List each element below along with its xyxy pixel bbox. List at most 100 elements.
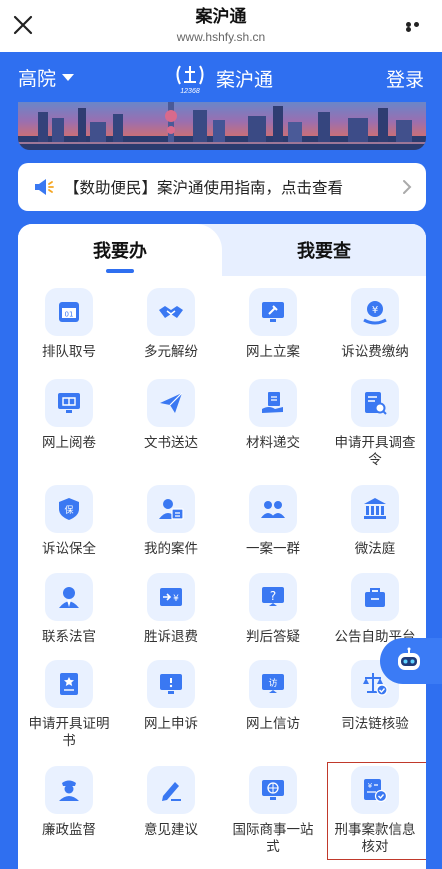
service-label: 联系法官 [42,629,96,645]
tab-check-label: 我要查 [297,241,351,262]
service-label: 网上信访 [246,716,300,732]
court-selector[interactable]: 高院 [18,64,75,91]
officer-icon [45,766,93,814]
service-label: 网上立案 [246,344,300,360]
service-online-petition[interactable]: 访 网上信访 [222,660,324,733]
service-label: 文书送达 [144,435,198,451]
svg-text:12368: 12368 [180,88,200,95]
user-card-icon [147,485,195,533]
service-announcement[interactable]: 公告自助平台 [324,573,426,646]
service-international-commerce[interactable]: 国际商事一站式 [222,766,324,856]
service-label: 意见建议 [144,822,198,838]
service-contact-judge[interactable]: 联系法官 [18,573,120,646]
brand-name: 案沪通 [216,68,274,91]
service-preservation[interactable]: 保 诉讼保全 [18,485,120,558]
page-url: www.hshfy.sh.cn [176,30,266,44]
service-queue[interactable]: 01 排队取号 [18,288,120,361]
brand: 12368 案沪通 [172,60,273,96]
gavel-screen-icon [249,288,297,336]
court-logo-icon: 12368 [176,65,204,95]
group-icon [249,485,297,533]
shield-icon: 保 [45,485,93,533]
courthouse-icon [351,485,399,533]
document-search-icon [351,379,399,427]
service-label: 廉政监督 [42,822,96,838]
briefcase-icon [351,573,399,621]
visit-icon: 访 [249,660,297,708]
yuan-coin-icon: ¥ [351,288,399,336]
service-label: 材料递交 [246,435,300,451]
tab-check[interactable]: 我要查 [222,224,426,276]
service-label: 微法庭 [354,541,396,557]
svg-text:访: 访 [268,678,277,689]
active-tab-indicator [106,269,134,273]
svg-text:¥: ¥ [173,594,179,604]
hand-document-icon [249,379,297,427]
alert-screen-icon [147,660,195,708]
paper-plane-icon [147,379,195,427]
svg-text:01: 01 [65,311,74,319]
page-title: 案沪通 [195,7,247,27]
court-selector-label: 高院 [18,68,57,90]
service-label: 诉讼费缴纳 [341,344,409,360]
assistant-float-button[interactable] [380,638,442,684]
service-label: 申请开具调查令 [334,435,416,468]
service-post-judgment-qa[interactable]: ? 判后答疑 [222,573,324,646]
service-document-delivery[interactable]: 文书送达 [120,379,222,452]
service-label: 网上阅卷 [42,435,96,451]
svg-text:¥: ¥ [372,305,378,316]
robot-icon [398,647,420,670]
service-label: 网上申诉 [144,716,198,732]
service-label: 司法链核验 [341,716,409,732]
service-online-appeal[interactable]: 网上申诉 [120,660,222,733]
service-label: 判后答疑 [246,629,300,645]
service-material-submit[interactable]: 材料递交 [222,379,324,452]
service-label: 一案一群 [246,541,300,557]
services-card: 我要办 我要查 01 排队取号 多元解纷 网上立案 ¥ 诉讼费缴纳 网上阅卷 文… [18,224,426,869]
service-label: 胜诉退费 [144,629,198,645]
svg-text:?: ? [270,589,276,603]
service-label: 我的案件 [144,541,198,557]
globe-screen-icon [249,766,297,814]
service-micro-court[interactable]: 微法庭 [324,485,426,558]
tab-do[interactable]: 我要办 [18,224,222,276]
refund-icon: ¥ [147,573,195,621]
notice-bar[interactable]: 【数助便民】案沪通使用指南，点击查看 [18,163,426,211]
service-case-group[interactable]: 一案一群 [222,485,324,558]
service-suggestions[interactable]: 意见建议 [120,766,222,839]
edit-icon [147,766,195,814]
service-label: 排队取号 [42,344,96,360]
judge-icon [45,573,93,621]
app-header: 高院 12368 案沪通 登录 [0,52,442,106]
login-button[interactable]: 登录 [386,65,424,92]
more-options-icon[interactable] [406,22,428,32]
service-certificate[interactable]: 申请开具证明书 [18,660,120,750]
service-investigation-order[interactable]: 申请开具调查令 [324,379,426,469]
handshake-icon [147,288,195,336]
selection-highlight [327,762,426,860]
queue-ticket-icon: 01 [45,288,93,336]
question-icon: ? [249,573,297,621]
certificate-icon [45,660,93,708]
service-label: 多元解纷 [144,344,198,360]
service-tabs: 我要办 我要查 [18,224,426,276]
service-my-cases[interactable]: 我的案件 [120,485,222,558]
service-label: 申请开具证明书 [28,716,110,749]
notice-text: 【数助便民】案沪通使用指南，点击查看 [64,179,344,197]
browser-top-bar: 案沪通 www.hshfy.sh.cn [0,0,442,52]
service-mediation[interactable]: 多元解纷 [120,288,222,361]
service-integrity-supervision[interactable]: 廉政监督 [18,766,120,839]
city-banner-image[interactable] [18,102,426,150]
svg-text:保: 保 [64,504,73,516]
skyline-graphic [18,102,426,150]
tab-do-label: 我要办 [93,241,147,262]
book-screen-icon [45,379,93,427]
service-refund[interactable]: ¥ 胜诉退费 [120,573,222,646]
service-fee-payment[interactable]: ¥ 诉讼费缴纳 [324,288,426,361]
service-label: 国际商事一站式 [232,822,314,855]
service-online-review[interactable]: 网上阅卷 [18,379,120,452]
service-online-filing[interactable]: 网上立案 [222,288,324,361]
service-label: 诉讼保全 [42,541,96,557]
caret-down-icon [62,74,75,81]
megaphone-icon [35,179,54,195]
